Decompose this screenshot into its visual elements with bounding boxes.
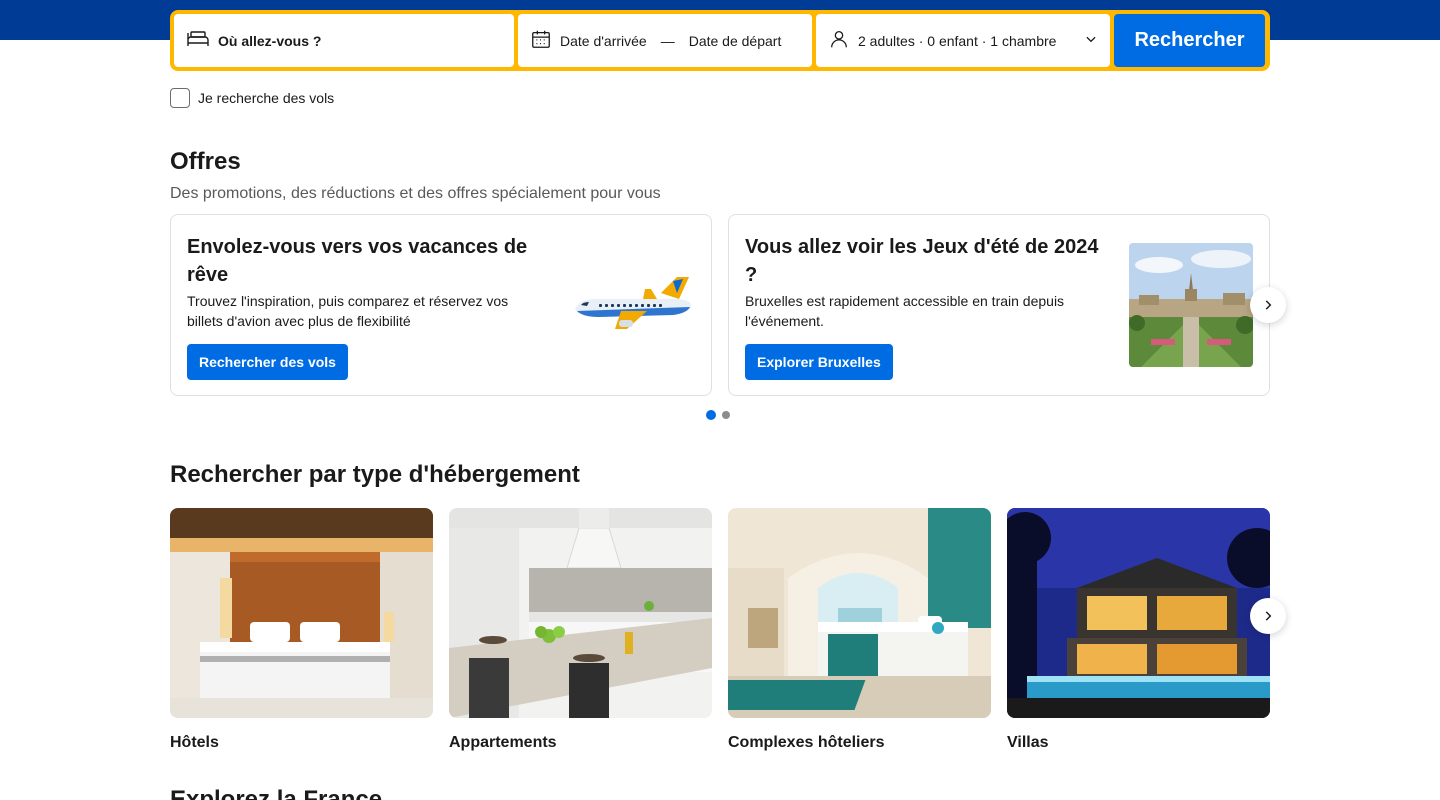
offers-next-button[interactable] [1250, 287, 1286, 323]
airplane-illustration [573, 275, 697, 340]
offer-card-flights[interactable]: Envolez-vous vers vos vacances de rêve T… [170, 214, 712, 396]
brussels-photo [1129, 243, 1253, 367]
resort-room-photo [728, 508, 991, 718]
villa-pool-photo [1007, 508, 1270, 718]
property-type-label: Villas [1007, 734, 1049, 751]
explore-brussels-button[interactable]: Explorer Bruxelles [745, 344, 893, 380]
search-flights-button[interactable]: Rechercher des vols [187, 344, 348, 380]
date-separator: — [660, 32, 675, 49]
offers-subtitle: Des promotions, des réductions et des of… [170, 185, 661, 202]
offer-card-title: Envolez-vous vers vos vacances de rêve [187, 236, 528, 286]
dates-field[interactable]: Date d'arrivée — Date de départ [518, 14, 812, 67]
property-type-hotels[interactable]: Hôtels [170, 508, 433, 752]
calendar-icon [530, 28, 552, 53]
hotel-room-photo [170, 508, 433, 718]
chevron-right-icon [1265, 611, 1272, 621]
property-type-label: Appartements [449, 734, 557, 751]
pagination-dot[interactable] [722, 411, 730, 419]
offer-card-title: Vous allez voir les Jeux d'été de 2024 ? [745, 236, 1099, 286]
flights-checkbox-row[interactable]: Je recherche des vols [170, 88, 334, 108]
pagination-dot-active[interactable] [706, 410, 716, 420]
flights-checkbox[interactable] [170, 88, 190, 108]
property-type-resorts[interactable]: Complexes hôteliers [728, 508, 991, 752]
checkin-label: Date d'arrivée [560, 32, 647, 49]
search-button[interactable]: Rechercher [1114, 14, 1265, 67]
chevron-down-icon [1084, 32, 1098, 49]
guests-field[interactable]: 2 adultes · 0 enfant · 1 chambre [816, 14, 1110, 67]
property-types-next-button[interactable] [1250, 598, 1286, 634]
person-icon [828, 28, 850, 53]
apartment-kitchen-photo [449, 508, 712, 718]
destination-placeholder: Où allez-vous ? [218, 32, 322, 49]
bed-icon [186, 27, 210, 54]
offer-card-brussels[interactable]: Vous allez voir les Jeux d'été de 2024 ?… [728, 214, 1270, 396]
offer-card-text: Trouvez l'inspiration, puis comparez et … [187, 293, 509, 329]
property-type-label: Hôtels [170, 734, 219, 751]
checkout-label: Date de départ [688, 32, 782, 49]
offers-pagination [706, 410, 730, 420]
property-type-villas[interactable]: Villas [1007, 508, 1270, 752]
chevron-right-icon [1265, 300, 1272, 310]
guests-summary: 2 adultes · 0 enfant · 1 chambre [858, 32, 1057, 49]
property-type-apartments[interactable]: Appartements [449, 508, 712, 752]
property-type-label: Complexes hôteliers [728, 734, 885, 751]
offer-card-text: Bruxelles est rapidement accessible en t… [745, 293, 1065, 329]
property-types-title: Rechercher par type d'hébergement [170, 461, 580, 488]
destination-field[interactable]: Où allez-vous ? [174, 14, 514, 67]
explore-france-title: Explorez la France [170, 786, 383, 800]
flights-checkbox-label: Je recherche des vols [198, 90, 335, 106]
search-bar: Où allez-vous ? Date d'arrivée — Date de… [170, 10, 1270, 71]
offers-title: Offres [170, 148, 241, 175]
